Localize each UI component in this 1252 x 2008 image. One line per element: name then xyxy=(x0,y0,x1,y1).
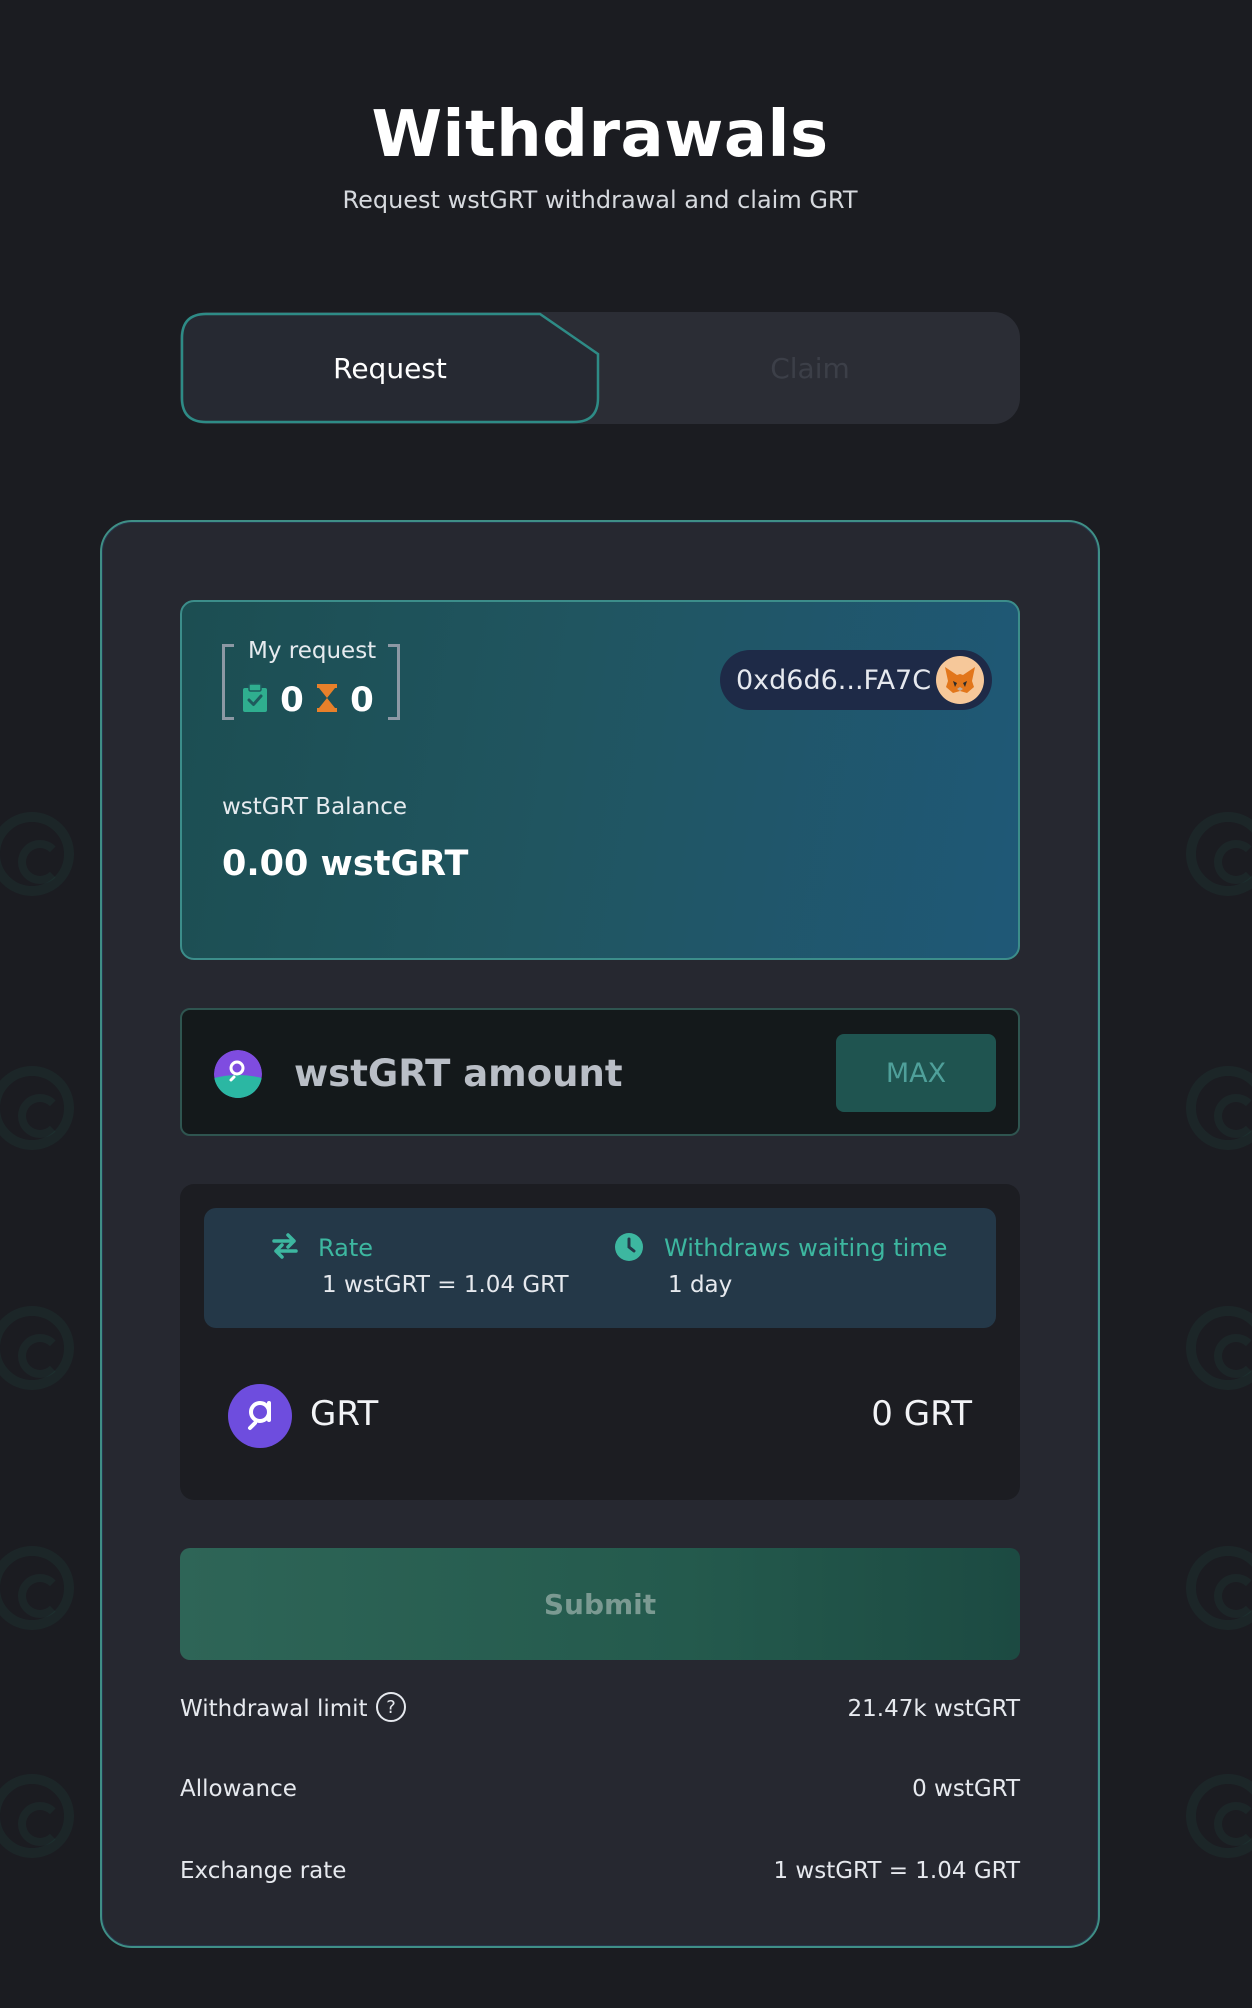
waiting-time-label: Withdraws waiting time xyxy=(664,1234,948,1262)
max-button[interactable]: MAX xyxy=(836,1034,996,1112)
amount-input-box: MAX xyxy=(180,1008,1020,1136)
exchange-rate-row: Exchange rate 1 wstGRT = 1.04 GRT xyxy=(180,1852,1020,1892)
rate-value: 1 wstGRT = 1.04 GRT xyxy=(322,1272,569,1298)
hourglass-icon xyxy=(316,683,338,717)
metamask-fox-icon xyxy=(936,656,984,704)
exchange-rate-value: 1 wstGRT = 1.04 GRT xyxy=(773,1858,1020,1884)
withdrawal-limit-row: Withdrawal limit ? 21.47k wstGRT xyxy=(180,1690,1020,1730)
balance-value: 0.00 wstGRT xyxy=(222,844,469,884)
rate-label: Rate xyxy=(318,1234,374,1262)
background-ring-decoration xyxy=(1186,1774,1252,1858)
tab-claim[interactable]: Claim xyxy=(600,312,1020,424)
ready-request-count: 0 xyxy=(280,680,304,720)
wstgrt-token-icon xyxy=(214,1050,262,1098)
allowance-row: Allowance 0 wstGRT xyxy=(180,1770,1020,1810)
wallet-address: 0xd6d6...FA7C xyxy=(736,664,932,696)
tab-claim-label: Claim xyxy=(770,351,850,385)
page-title: Withdrawals xyxy=(371,98,829,172)
pending-request-count: 0 xyxy=(350,680,374,720)
background-ring-decoration xyxy=(1186,1066,1252,1150)
waiting-time-value: 1 day xyxy=(668,1272,733,1298)
allowance-label: Allowance xyxy=(180,1776,297,1802)
receive-token-name: GRT xyxy=(310,1394,379,1434)
my-request-counts: 0 0 xyxy=(242,680,376,720)
help-icon[interactable]: ? xyxy=(376,1692,406,1722)
clock-icon xyxy=(614,1232,644,1266)
receive-token-row: GRT 0 GRT xyxy=(228,1384,972,1448)
background-ring-decoration xyxy=(0,1066,74,1150)
background-ring-decoration xyxy=(1186,1306,1252,1390)
exchange-rate-label: Exchange rate xyxy=(180,1858,347,1884)
receive-token-amount: 0 GRT xyxy=(871,1394,972,1434)
tab-switcher: Request Claim xyxy=(180,312,1020,424)
withdrawal-limit-label: Withdrawal limit xyxy=(180,1696,368,1722)
background-ring-decoration xyxy=(0,1306,74,1390)
tab-request-label: Request xyxy=(333,351,447,385)
background-ring-decoration xyxy=(1186,1546,1252,1630)
background-ring-decoration xyxy=(0,1774,74,1858)
background-ring-decoration xyxy=(1186,812,1252,896)
my-request-label: My request xyxy=(248,638,377,664)
withdrawals-page: Withdrawals Request wstGRT withdrawal an… xyxy=(0,0,1252,2008)
page-subtitle: Request wstGRT withdrawal and claim GRT xyxy=(342,186,858,214)
wallet-address-button[interactable]: 0xd6d6...FA7C xyxy=(720,650,992,710)
grt-token-icon xyxy=(228,1384,292,1448)
wstgrt-amount-input[interactable] xyxy=(294,1040,774,1106)
balance-label: wstGRT Balance xyxy=(222,794,408,820)
bracket-left xyxy=(222,644,234,720)
output-panel: Rate 1 wstGRT = 1.04 GRT Withdraws waiti… xyxy=(180,1184,1020,1500)
background-ring-decoration xyxy=(0,1546,74,1630)
swap-arrows-icon xyxy=(270,1232,300,1264)
account-info-panel: My request 0 0 0xd6d6...FA7C wstGRT Bala… xyxy=(180,600,1020,960)
allowance-value: 0 wstGRT xyxy=(912,1776,1020,1802)
tab-request[interactable]: Request xyxy=(180,312,600,424)
bracket-right xyxy=(388,644,400,720)
withdrawal-limit-value: 21.47k wstGRT xyxy=(847,1696,1020,1722)
submit-button[interactable]: Submit xyxy=(180,1548,1020,1660)
background-ring-decoration xyxy=(0,812,74,896)
clipboard-check-icon xyxy=(242,683,268,717)
rate-info-box: Rate 1 wstGRT = 1.04 GRT Withdraws waiti… xyxy=(204,1208,996,1328)
